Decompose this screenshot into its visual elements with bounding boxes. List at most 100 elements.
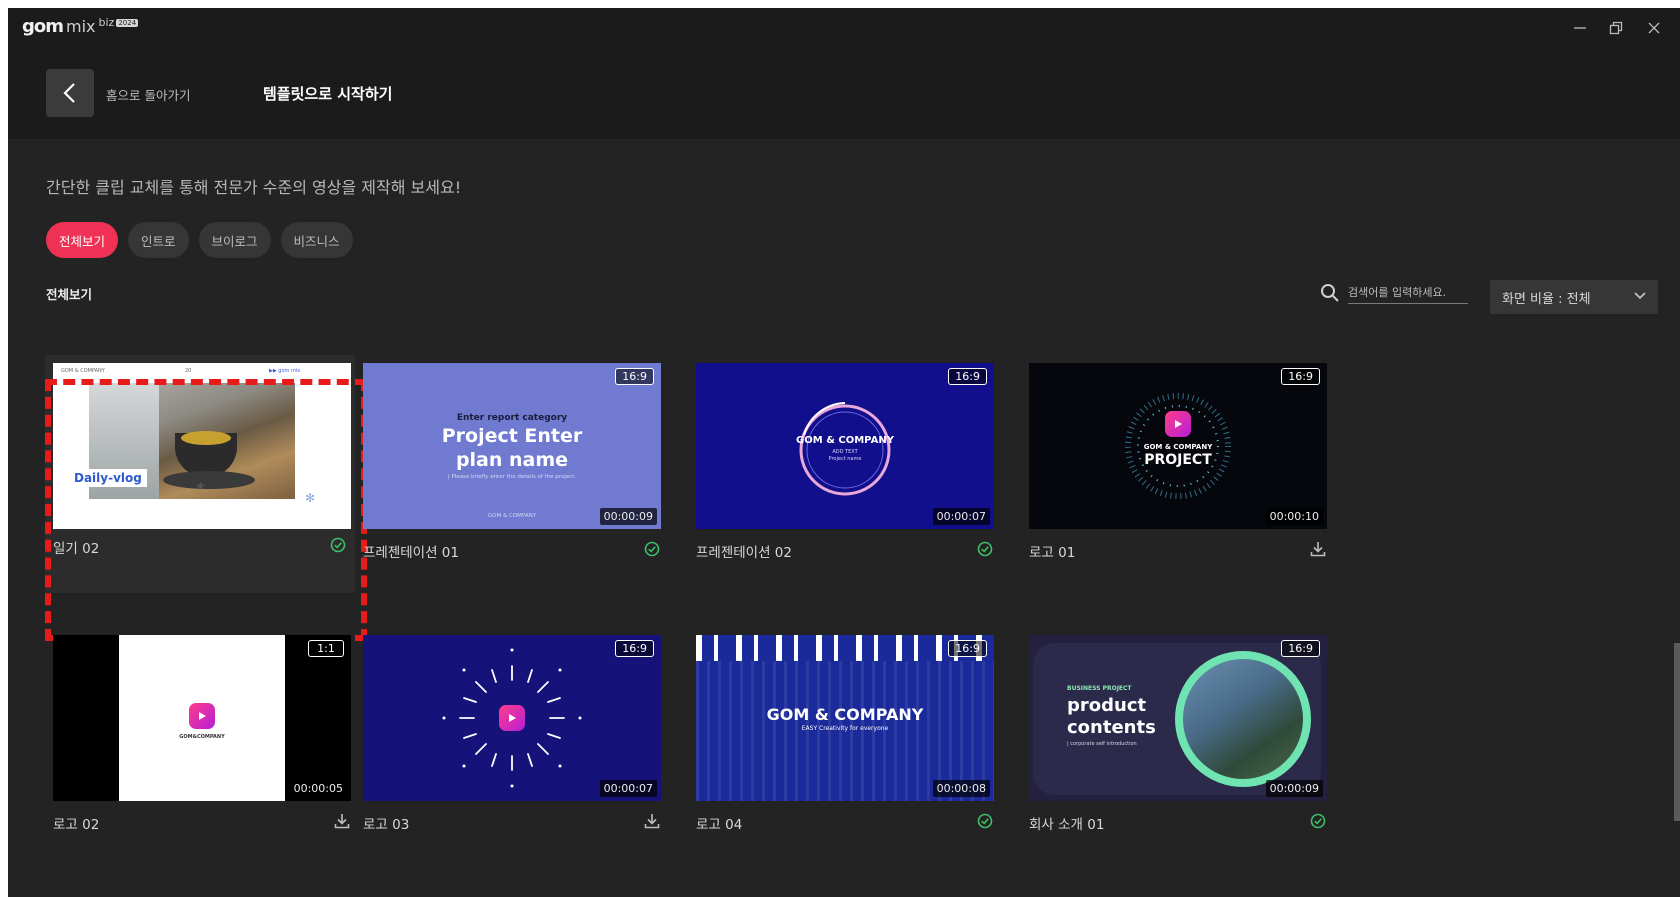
gom-play-logo [499,705,525,731]
aspect-ratio-badge: 16:9 [1281,368,1320,385]
template-title: 프레젠테이션 02 [696,545,792,561]
scrollbar[interactable] [1674,643,1680,821]
tab-vlog[interactable]: 브이로그 [198,222,271,258]
thumb-number: 20 [185,368,192,374]
thumb-line-4: | Please briefly enter the details of th… [447,474,577,480]
duration-badge: 00:00:09 [599,508,657,525]
search-icon[interactable] [1320,283,1340,303]
template-thumbnail[interactable]: GOM & COMPANY 20 ▶▶ gom mix Daily-vlog ★… [53,363,351,529]
duration-badge: 00:00:05 [289,780,347,797]
thumb-line-1: BUSINESS PROJECT [1067,685,1132,692]
thumb-line-1: GOM & COMPANY [766,705,924,724]
coffee [181,431,231,445]
thumb-line-4: | corporate self introduction [1067,741,1137,747]
template-thumbnail[interactable]: GOM & COMPANY ADD TEXT Project name 16:9… [696,363,994,529]
download-icon[interactable] [333,812,351,830]
template-thumbnail[interactable]: GOM & COMPANY EASY Creativity for everyo… [696,635,994,801]
thumb-brand: GOM & COMPANY [61,368,105,374]
gom-play-logo [189,703,215,729]
search-input[interactable] [1348,282,1468,304]
back-label[interactable]: 홈으로 돌아가기 [106,85,190,104]
tab-intro[interactable]: 인트로 [128,222,189,258]
check-circle-icon [977,813,993,829]
duration-badge: 00:00:10 [1265,508,1323,525]
tab-all[interactable]: 전체보기 [46,222,119,258]
page-title: 템플릿으로 시작하기 [263,85,393,103]
aspect-ratio-badge: 16:9 [948,368,987,385]
restore-button[interactable] [1602,16,1630,40]
template-title: 로고 04 [696,817,743,833]
chevron-left-icon [63,83,75,103]
minimize-button[interactable] [1566,16,1594,40]
thumb-line-1: GOM&COMPANY [179,734,225,740]
template-title: 로고 02 [53,817,100,833]
app-logo: gom mix biz 2024 [22,16,139,37]
page-header: 홈으로 돌아가기 템플릿으로 시작하기 [8,52,1680,139]
template-title: 로고 01 [1029,545,1076,561]
restore-icon [1609,21,1623,35]
saucer [163,471,255,489]
template-title: 프레젠테이션 01 [363,545,459,561]
check-circle-icon [977,541,993,557]
thumb-line-2: PROJECT [1144,452,1212,468]
thumb-line-3: plan name [455,449,569,471]
star-icon: ★ [195,479,206,493]
title-bar: gom mix biz 2024 [8,8,1680,52]
template-card[interactable]: GOM & COMPANY 20 ▶▶ gom mix Daily-vlog ★… [45,355,355,593]
thumb-line-1: GOM & COMPANY [796,435,894,446]
app-window: gom mix biz 2024 홈으로 돌아가기 템플릿으로 시작하기 간단한… [8,8,1680,897]
template-title: 로고 03 [363,817,410,833]
logo-mix: mix [66,17,96,36]
thumb-line-1: Enter report category [456,413,568,423]
aspect-ratio-badge: 16:9 [948,640,987,657]
aspect-ratio-select[interactable]: 화면 비율 : 전체 [1490,280,1658,314]
duration-badge: 00:00:07 [599,780,657,797]
template-thumbnail[interactable]: GOM&COMPANY 1:1 00:00:05 [53,635,351,801]
thumb-line-3: Project name [828,456,862,462]
check-circle-icon [644,541,660,557]
gom-play-logo [1165,411,1191,437]
tab-business[interactable]: 비즈니스 [280,222,353,258]
left-letterbox [53,635,119,801]
duration-badge: 00:00:08 [932,780,990,797]
aspect-ratio-label: 화면 비율 : 전체 [1502,291,1591,307]
duration-badge: 00:00:09 [1265,780,1323,797]
logo-biz: biz [98,16,115,29]
category-tabs: 전체보기 인트로 브이로그 비즈니스 [46,222,353,258]
thumb-line-2: ADD TEXT [832,449,858,455]
thumb-mark: ▶▶ gom mix [269,368,301,374]
template-thumbnail[interactable]: Enter report category Project Enter plan… [363,363,661,529]
thumb-line-2: EASY Creativity for everyone [801,725,889,732]
page-subtitle: 간단한 클립 교체를 통해 전문가 수준의 영상을 제작해 보세요! [46,178,462,197]
aspect-ratio-badge: 16:9 [615,368,654,385]
close-icon [1648,22,1660,34]
play-icon [509,714,516,722]
thumb-line-3: contents [1067,717,1156,738]
close-button[interactable] [1640,16,1668,40]
building-photo-circle [1175,651,1311,787]
search-box [1320,282,1468,304]
back-button[interactable] [46,69,94,117]
minimize-icon [1574,27,1586,29]
download-icon[interactable] [643,812,661,830]
template-title: 회사 소개 01 [1029,817,1105,833]
play-icon [1175,420,1182,428]
check-circle-icon [330,537,346,553]
thumb-line-1: GOM & COMPANY [1143,443,1213,451]
logo-gom: gom [22,16,64,37]
template-thumbnail[interactable]: BUSINESS PROJECT product contents | corp… [1029,635,1327,801]
template-thumbnail[interactable]: 16:9 00:00:07 [363,635,661,801]
download-icon[interactable] [1309,540,1327,558]
aspect-ratio-badge: 16:9 [615,640,654,657]
thumb-line-2: Project Enter [441,425,583,447]
check-circle-icon [1310,813,1326,829]
logo-badge: 2024 [116,19,139,27]
aspect-ratio-badge: 1:1 [308,640,344,657]
right-letterbox [285,635,351,801]
section-label: 전체보기 [46,287,93,302]
play-icon [199,712,206,720]
duration-badge: 00:00:07 [932,508,990,525]
snowflake-icon: ✻ [305,491,316,505]
template-thumbnail[interactable]: GOM & COMPANY PROJECT 16:9 00:00:10 [1029,363,1327,529]
thumb-caption: Daily-vlog [69,469,147,487]
